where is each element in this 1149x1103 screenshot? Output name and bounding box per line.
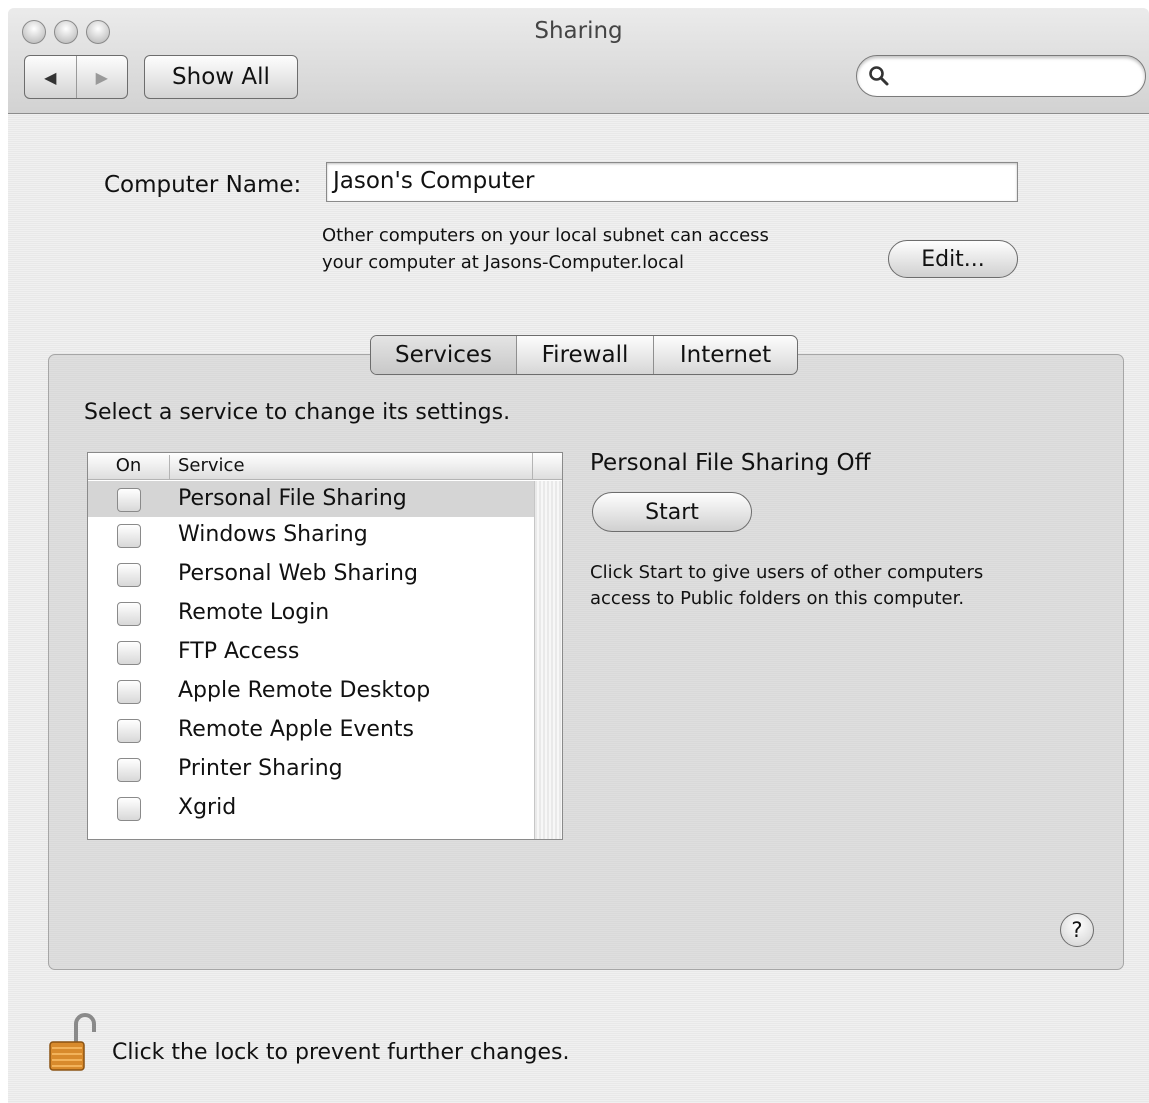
service-row[interactable]: Personal Web Sharing xyxy=(88,556,534,595)
search-field[interactable] xyxy=(856,55,1146,97)
services-rows: Personal File Sharing Windows Sharing Pers… xyxy=(88,481,534,829)
service-name: FTP Access xyxy=(178,639,300,664)
services-table-header: On Service xyxy=(88,453,562,480)
service-description-line-2: access to Public folders on this compute… xyxy=(590,588,965,609)
service-name: Personal Web Sharing xyxy=(178,561,418,586)
column-header-divider xyxy=(532,453,533,480)
service-description: Click Start to give users of other compu… xyxy=(590,560,1070,612)
services-table: On Service Personal File Sharing Windows … xyxy=(87,452,563,840)
service-row[interactable]: Remote Apple Events xyxy=(88,712,534,751)
subnet-info-text: Other computers on your local subnet can… xyxy=(322,222,882,276)
service-checkbox[interactable] xyxy=(117,680,141,704)
services-instruction: Select a service to change its settings. xyxy=(84,400,511,425)
window-title: Sharing xyxy=(534,18,623,44)
service-status-title: Personal File Sharing Off xyxy=(590,450,871,476)
services-scrollbar[interactable] xyxy=(534,481,562,839)
service-row[interactable]: FTP Access xyxy=(88,634,534,673)
subnet-info-line-1: Other computers on your local subnet can… xyxy=(322,225,769,246)
start-button[interactable]: Start xyxy=(592,492,752,532)
service-row[interactable]: Personal File Sharing xyxy=(88,481,534,517)
service-checkbox[interactable] xyxy=(117,563,141,587)
service-row[interactable]: Remote Login xyxy=(88,595,534,634)
sharing-window: Sharing ◀ ▶ Show All Computer Name: Jaso… xyxy=(8,8,1149,1103)
service-description-line-1: Click Start to give users of other compu… xyxy=(590,562,984,583)
help-icon: ? xyxy=(1071,918,1083,942)
service-row[interactable]: Xgrid xyxy=(88,790,534,829)
service-row[interactable]: Printer Sharing xyxy=(88,751,534,790)
service-name: Apple Remote Desktop xyxy=(178,678,431,703)
unlocked-padlock-icon[interactable] xyxy=(46,1012,98,1074)
service-checkbox[interactable] xyxy=(117,797,141,821)
help-button[interactable]: ? xyxy=(1060,913,1094,947)
tab-services[interactable]: Services xyxy=(371,336,516,374)
service-checkbox[interactable] xyxy=(117,524,141,548)
subnet-info-line-2: your computer at Jasons-Computer.local xyxy=(322,252,685,273)
back-button[interactable]: ◀ xyxy=(25,56,77,98)
forward-button[interactable]: ▶ xyxy=(77,56,128,98)
service-checkbox[interactable] xyxy=(117,602,141,626)
service-name: Personal File Sharing xyxy=(178,486,407,511)
service-name: Windows Sharing xyxy=(178,522,368,547)
window-toolbar: Sharing ◀ ▶ Show All xyxy=(8,8,1149,114)
service-name: Remote Apple Events xyxy=(178,717,414,742)
back-forward-control: ◀ ▶ xyxy=(24,55,128,99)
service-row[interactable]: Windows Sharing xyxy=(88,517,534,556)
computer-name-label: Computer Name: xyxy=(104,172,302,198)
column-header-on[interactable]: On xyxy=(88,455,170,479)
service-name: Remote Login xyxy=(178,600,330,625)
tab-bar: Services Firewall Internet xyxy=(370,335,798,375)
search-icon xyxy=(869,66,889,86)
service-checkbox[interactable] xyxy=(117,641,141,665)
service-checkbox[interactable] xyxy=(117,488,141,512)
lock-instruction: Click the lock to prevent further change… xyxy=(112,1040,570,1065)
tab-internet[interactable]: Internet xyxy=(653,336,797,374)
service-name: Printer Sharing xyxy=(178,756,343,781)
column-header-service[interactable]: Service xyxy=(178,455,245,476)
tab-firewall[interactable]: Firewall xyxy=(516,336,653,374)
service-name: Xgrid xyxy=(178,795,237,820)
computer-name-field[interactable]: Jason's Computer xyxy=(326,162,1018,202)
show-all-button[interactable]: Show All xyxy=(144,55,298,99)
service-checkbox[interactable] xyxy=(117,719,141,743)
service-row[interactable]: Apple Remote Desktop xyxy=(88,673,534,712)
service-checkbox[interactable] xyxy=(117,758,141,782)
edit-button[interactable]: Edit... xyxy=(888,240,1018,278)
